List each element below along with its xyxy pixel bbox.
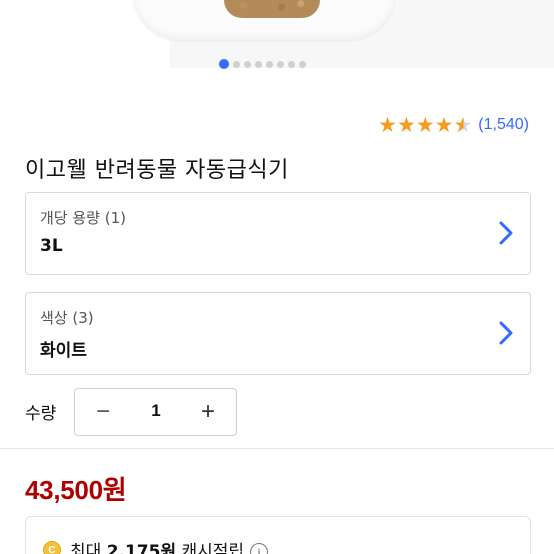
cashback-amount: 2,175원	[106, 542, 177, 554]
carousel-dot[interactable]	[299, 60, 306, 68]
cashback-suffix: 캐시적립	[176, 542, 245, 554]
product-rating[interactable]: ★ ★ ★ ★ ★ (1,540)	[378, 114, 529, 136]
star-icon: ★	[415, 112, 435, 137]
chevron-right-icon	[499, 221, 513, 245]
quantity-stepper[interactable]: − 1 +	[74, 388, 237, 436]
carousel-dot[interactable]	[244, 60, 251, 68]
option-value: 화이트	[40, 341, 87, 361]
sale-price: 43,500원	[25, 475, 127, 505]
star-icon: ★	[378, 112, 397, 137]
quantity-increase-button[interactable]: +	[184, 389, 232, 435]
quantity-value[interactable]: 1	[131, 401, 181, 421]
option-capacity-selector[interactable]: 개당 용량 (1) 3L	[25, 192, 531, 275]
section-divider	[0, 448, 554, 449]
carousel-dot[interactable]	[233, 60, 240, 68]
product-image-area[interactable]	[0, 0, 554, 80]
carousel-dot[interactable]	[277, 60, 284, 68]
carousel-dot[interactable]	[266, 60, 273, 68]
carousel-dot[interactable]	[288, 60, 295, 68]
carousel-indicator[interactable]	[219, 59, 306, 69]
product-title: 이고웰 반려동물 자동급식기	[25, 158, 289, 183]
star-icon: ★	[396, 112, 416, 137]
info-icon[interactable]: i	[250, 543, 269, 554]
carousel-dot[interactable]	[255, 60, 262, 68]
quantity-label: 수량	[25, 404, 57, 424]
star-rating: ★ ★ ★ ★ ★	[378, 112, 473, 137]
option-color-selector[interactable]: 색상 (3) 화이트	[25, 292, 531, 375]
cashback-text: 최대 2,175원 캐시적립 i	[70, 537, 269, 554]
review-count-link[interactable]: (1,540)	[478, 116, 529, 134]
quantity-decrease-button[interactable]: −	[79, 389, 127, 435]
carousel-dot-active[interactable]	[219, 59, 229, 69]
star-icon: ★	[434, 112, 454, 137]
cashback-box: C 최대 2,175원 캐시적립 i	[25, 516, 531, 554]
half-star-icon: ★	[453, 112, 473, 137]
option-label: 색상 (3)	[40, 309, 94, 327]
option-label: 개당 용량 (1)	[40, 209, 126, 227]
cashback-prefix: 최대	[70, 542, 107, 554]
pet-food-image	[224, 0, 320, 18]
option-value: 3L	[40, 236, 63, 256]
cash-coin-icon: C	[43, 541, 61, 554]
chevron-right-icon	[499, 321, 513, 345]
